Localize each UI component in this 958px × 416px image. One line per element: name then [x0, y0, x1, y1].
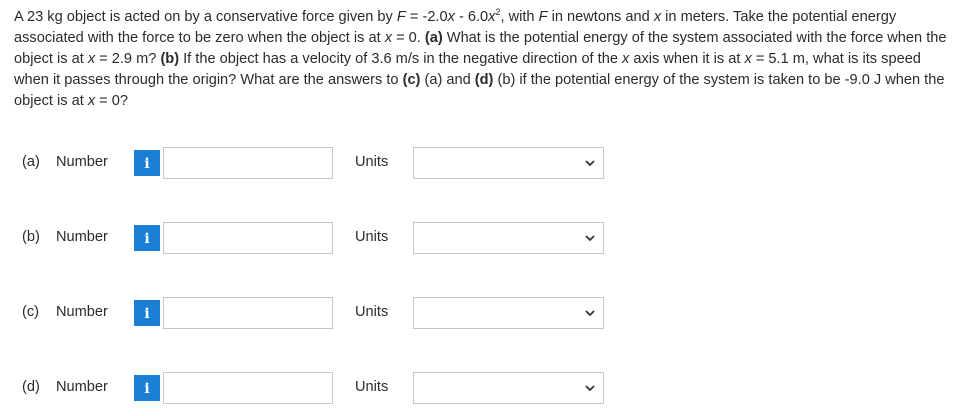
part-label: (b) — [22, 229, 40, 245]
number-input-a[interactable] — [163, 147, 333, 179]
question-segment: - 6.0 — [454, 9, 489, 25]
units-label: Units — [355, 154, 389, 170]
answer-row-b: (b) Number i Units — [0, 221, 958, 255]
question-segment: If the object has a velocity of 3.6 m/s … — [179, 51, 623, 67]
number-input-d[interactable] — [163, 372, 333, 404]
question-segment: = 0. — [392, 30, 425, 46]
units-label: Units — [355, 379, 389, 395]
units-label: Units — [355, 304, 389, 320]
units-select-c[interactable] — [413, 297, 604, 329]
part-tag-b: (b) — [160, 51, 180, 67]
part-tag-d: (d) — [474, 72, 494, 88]
part-tag-a: (a) — [424, 30, 443, 46]
part-label: (c) — [22, 304, 40, 320]
question-segment: = 2.9 m? — [95, 51, 161, 67]
question-segment: , with — [500, 9, 539, 25]
info-icon[interactable]: i — [134, 300, 160, 326]
part-label: (d) — [22, 379, 40, 395]
chevron-down-icon — [585, 385, 595, 392]
number-label: Number — [56, 379, 108, 395]
question-segment: A 23 kg object is acted on by a conserva… — [14, 9, 397, 25]
units-label: Units — [355, 229, 389, 245]
units-select-b[interactable] — [413, 222, 604, 254]
answer-row-d: (d) Number i Units — [0, 371, 958, 405]
part-label: (a) — [22, 154, 40, 170]
units-select-a[interactable] — [413, 147, 604, 179]
variable-x: x — [384, 30, 393, 46]
number-label: Number — [56, 304, 108, 320]
question-segment: (a) and — [420, 72, 475, 88]
question-segment: in newtons and — [547, 9, 654, 25]
variable-x: x — [744, 51, 752, 67]
info-icon[interactable]: i — [134, 375, 160, 401]
chevron-down-icon — [585, 160, 595, 167]
answer-row-a: (a) Number i Units — [0, 146, 958, 180]
info-icon[interactable]: i — [134, 225, 160, 251]
variable-f: F — [396, 9, 406, 25]
info-icon[interactable]: i — [134, 150, 160, 176]
question-text: A 23 kg object is acted on by a conserva… — [14, 7, 949, 112]
number-input-b[interactable] — [163, 222, 333, 254]
number-label: Number — [56, 229, 108, 245]
number-input-c[interactable] — [163, 297, 333, 329]
variable-f: F — [538, 9, 548, 25]
answer-row-c: (c) Number i Units — [0, 296, 958, 330]
chevron-down-icon — [585, 235, 595, 242]
variable-x: x — [447, 9, 455, 25]
question-segment: = 0? — [95, 93, 128, 109]
chevron-down-icon — [585, 310, 595, 317]
number-label: Number — [56, 154, 108, 170]
question-segment: = -2.0 — [405, 9, 448, 25]
question-segment: axis when it is at — [629, 51, 745, 67]
part-tag-c: (c) — [402, 72, 421, 88]
units-select-d[interactable] — [413, 372, 604, 404]
